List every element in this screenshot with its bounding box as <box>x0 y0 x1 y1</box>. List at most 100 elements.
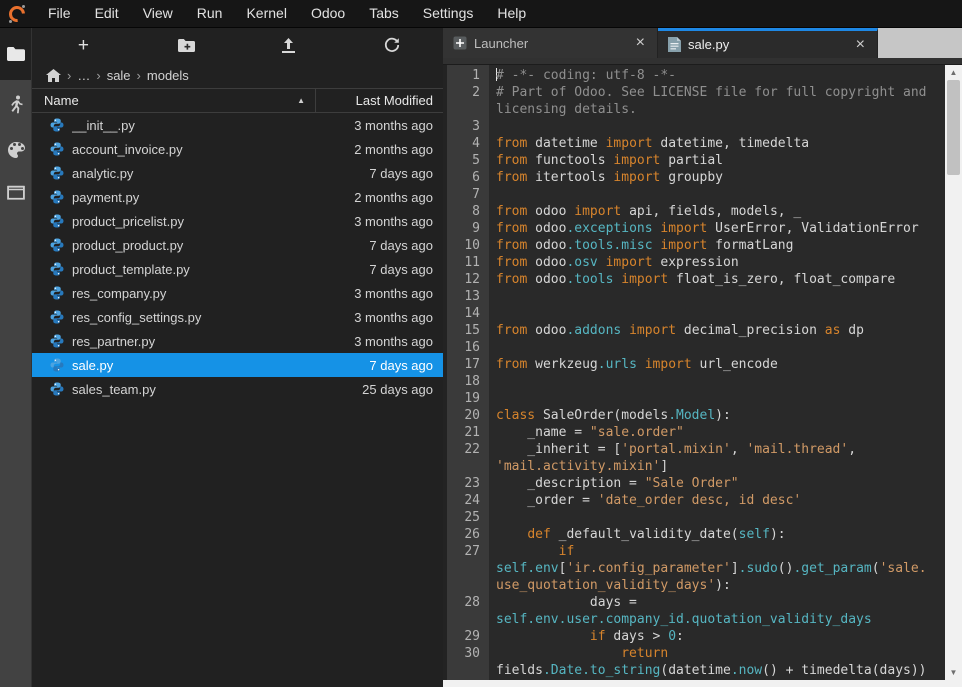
code-line[interactable]: 18 <box>443 373 945 390</box>
menu-view[interactable]: View <box>131 0 185 27</box>
line-number: 30 <box>443 645 489 662</box>
file-name: account_invoice.py <box>72 142 303 157</box>
python-file-icon <box>50 286 64 300</box>
code-line[interactable]: 1# -*- coding: utf-8 -*- <box>443 67 945 84</box>
code-line[interactable]: 14 <box>443 305 945 322</box>
code-line[interactable]: 30 return <box>443 645 945 662</box>
code-text <box>489 288 496 305</box>
code-line[interactable]: 'mail.activity.mixin'] <box>443 458 945 475</box>
scroll-down-icon[interactable]: ▼ <box>945 665 962 680</box>
menu-help[interactable]: Help <box>485 0 538 27</box>
code-line[interactable]: licensing details. <box>443 101 945 118</box>
new-folder-button[interactable] <box>135 28 238 62</box>
code-line[interactable]: 26 def _default_validity_date(self): <box>443 526 945 543</box>
code-line[interactable]: 4from datetime import datetime, timedelt… <box>443 135 945 152</box>
python-file-icon <box>50 190 64 204</box>
horizontal-scrollbar[interactable] <box>443 680 962 687</box>
vertical-scrollbar[interactable]: ▲ ▼ <box>945 65 962 680</box>
menu-edit[interactable]: Edit <box>83 0 131 27</box>
code-text: class SaleOrder(models.Model): <box>489 407 731 424</box>
command-palette-icon[interactable] <box>7 141 25 159</box>
code-line[interactable]: fields.Date.to_string(datetime.now() + t… <box>443 662 945 679</box>
scrollbar-thumb[interactable] <box>947 80 960 175</box>
code-line[interactable]: 10from odoo.tools.misc import formatLang <box>443 237 945 254</box>
code-line[interactable]: 27 if <box>443 543 945 560</box>
code-line[interactable]: 6from itertools import groupby <box>443 169 945 186</box>
menu-kernel[interactable]: Kernel <box>234 0 298 27</box>
table-row[interactable]: analytic.py7 days ago <box>32 161 443 185</box>
code-line[interactable]: 7 <box>443 186 945 203</box>
column-header-name[interactable]: Name ▲ <box>32 93 315 108</box>
breadcrumb-crumb[interactable]: … <box>77 68 90 83</box>
code-line[interactable]: 16 <box>443 339 945 356</box>
table-row[interactable]: account_invoice.py2 months ago <box>32 137 443 161</box>
breadcrumb-crumb[interactable]: sale <box>107 68 131 83</box>
code-line[interactable]: 22 _inherit = ['portal.mixin', 'mail.thr… <box>443 441 945 458</box>
tab-bar-filler <box>878 28 962 58</box>
file-list: __init__.py3 months agoaccount_invoice.p… <box>32 113 443 687</box>
code-line[interactable]: 21 _name = "sale.order" <box>443 424 945 441</box>
close-tab-icon[interactable]: × <box>854 36 867 54</box>
table-row[interactable]: sales_team.py25 days ago <box>32 377 443 401</box>
table-row[interactable]: sale.py7 days ago <box>32 353 443 377</box>
table-row[interactable]: product_product.py7 days ago <box>32 233 443 257</box>
menu-file[interactable]: File <box>36 0 83 27</box>
table-row[interactable]: res_partner.py3 months ago <box>32 329 443 353</box>
line-number <box>443 560 489 577</box>
table-row[interactable]: __init__.py3 months ago <box>32 113 443 137</box>
code-line[interactable]: 12from odoo.tools import float_is_zero, … <box>443 271 945 288</box>
new-launcher-button[interactable]: + <box>32 28 135 62</box>
code-line[interactable]: 19 <box>443 390 945 407</box>
code-line[interactable]: 17from werkzeug.urls import url_encode <box>443 356 945 373</box>
close-tab-icon[interactable]: × <box>634 34 647 52</box>
menu-settings[interactable]: Settings <box>411 0 486 27</box>
running-sessions-icon[interactable] <box>8 95 24 115</box>
file-modified: 7 days ago <box>303 262 443 277</box>
code-area[interactable]: 1# -*- coding: utf-8 -*-2# Part of Odoo.… <box>443 65 945 687</box>
python-file-icon <box>668 37 681 52</box>
code-line[interactable]: 28 days = <box>443 594 945 611</box>
tab-sale-py[interactable]: sale.py × <box>658 28 878 58</box>
code-line[interactable]: 29 if days > 0: <box>443 628 945 645</box>
file-name: sale.py <box>72 358 303 373</box>
code-line[interactable]: self.env.user.company_id.quotation_valid… <box>443 611 945 628</box>
code-line[interactable]: 25 <box>443 509 945 526</box>
menu-run[interactable]: Run <box>185 0 235 27</box>
column-header-modified[interactable]: Last Modified <box>315 89 443 112</box>
code-line[interactable]: 5from functools import partial <box>443 152 945 169</box>
python-file-icon <box>50 310 64 324</box>
code-line[interactable]: 11from odoo.osv import expression <box>443 254 945 271</box>
menu-odoo[interactable]: Odoo <box>299 0 357 27</box>
code-line[interactable]: 2# Part of Odoo. See LICENSE file for fu… <box>443 84 945 101</box>
scroll-up-icon[interactable]: ▲ <box>945 65 962 80</box>
home-icon[interactable] <box>46 69 61 82</box>
breadcrumb-separator: › <box>137 68 141 83</box>
menu-tabs[interactable]: Tabs <box>357 0 411 27</box>
code-line[interactable]: 3 <box>443 118 945 135</box>
table-row[interactable]: payment.py2 months ago <box>32 185 443 209</box>
file-browser-icon[interactable] <box>0 28 31 80</box>
file-browser-panel: + ›…›sale›models Name ▲ Last Modified __… <box>32 28 443 687</box>
line-number: 14 <box>443 305 489 322</box>
table-row[interactable]: product_template.py7 days ago <box>32 257 443 281</box>
code-text: _order = 'date_order desc, id desc' <box>489 492 801 509</box>
code-editor[interactable]: 1# -*- coding: utf-8 -*-2# Part of Odoo.… <box>443 65 962 687</box>
code-line[interactable]: self.env['ir.config_parameter'].sudo().g… <box>443 560 945 577</box>
code-line[interactable]: 9from odoo.exceptions import UserError, … <box>443 220 945 237</box>
code-line[interactable]: use_quotation_validity_days'): <box>443 577 945 594</box>
refresh-button[interactable] <box>340 28 443 62</box>
tab-launcher[interactable]: Launcher × <box>443 28 658 58</box>
code-line[interactable]: 20class SaleOrder(models.Model): <box>443 407 945 424</box>
breadcrumb-crumb[interactable]: models <box>147 68 189 83</box>
table-row[interactable]: product_pricelist.py3 months ago <box>32 209 443 233</box>
code-line[interactable]: 15from odoo.addons import decimal_precis… <box>443 322 945 339</box>
code-line[interactable]: 13 <box>443 288 945 305</box>
breadcrumb-separator: › <box>67 68 71 83</box>
open-tabs-icon[interactable] <box>7 185 25 200</box>
table-row[interactable]: res_config_settings.py3 months ago <box>32 305 443 329</box>
code-line[interactable]: 23 _description = "Sale Order" <box>443 475 945 492</box>
upload-button[interactable] <box>238 28 341 62</box>
code-line[interactable]: 8from odoo import api, fields, models, _ <box>443 203 945 220</box>
code-line[interactable]: 24 _order = 'date_order desc, id desc' <box>443 492 945 509</box>
table-row[interactable]: res_company.py3 months ago <box>32 281 443 305</box>
